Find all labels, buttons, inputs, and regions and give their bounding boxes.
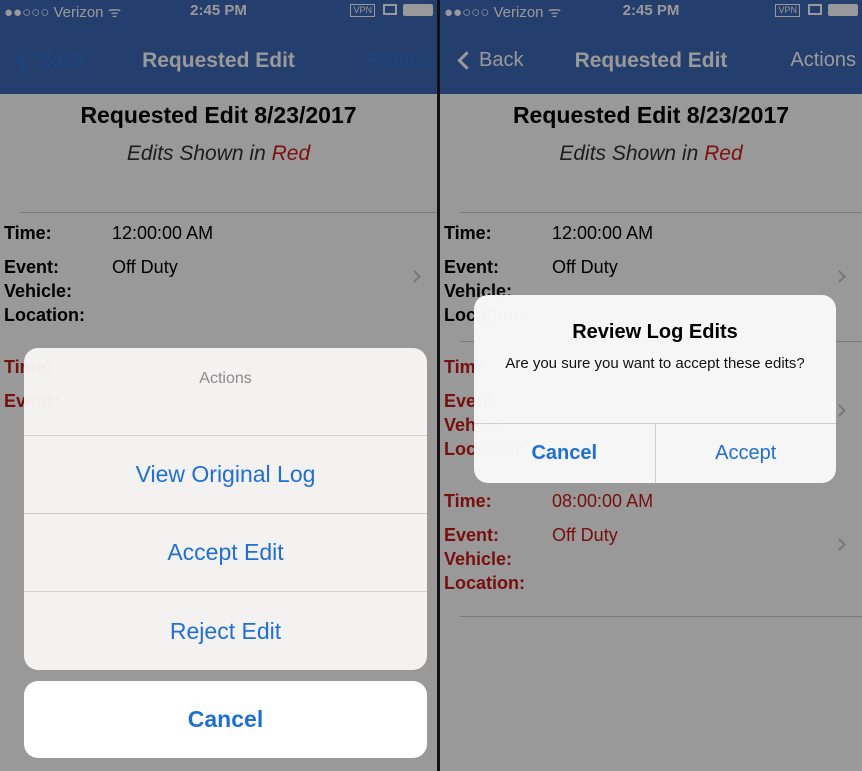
action-sheet-title: Actions: [24, 348, 427, 436]
action-sheet: Actions View Original Log Accept Edit Re…: [24, 348, 427, 670]
view-original-log-button[interactable]: View Original Log: [24, 436, 427, 514]
alert-actions: Cancel Accept: [474, 423, 836, 483]
alert-message: Are you sure you want to accept these ed…: [505, 355, 805, 372]
left-phone-screen: ●●○○○ Verizon ᯤ 2:45 PM VPN Back Request…: [0, 0, 437, 771]
right-phone-screen: ●●○○○ Verizon ᯤ 2:45 PM VPN Back Request…: [440, 0, 862, 771]
alert-title: Review Log Edits: [572, 321, 738, 343]
accept-edit-button[interactable]: Accept Edit: [24, 514, 427, 592]
action-sheet-cancel-button[interactable]: Cancel: [24, 681, 427, 758]
alert-accept-button[interactable]: Accept: [656, 424, 837, 483]
review-edits-alert: Review Log Edits Are you sure you want t…: [474, 295, 836, 483]
alert-cancel-button[interactable]: Cancel: [474, 424, 656, 483]
reject-edit-button[interactable]: Reject Edit: [24, 592, 427, 670]
